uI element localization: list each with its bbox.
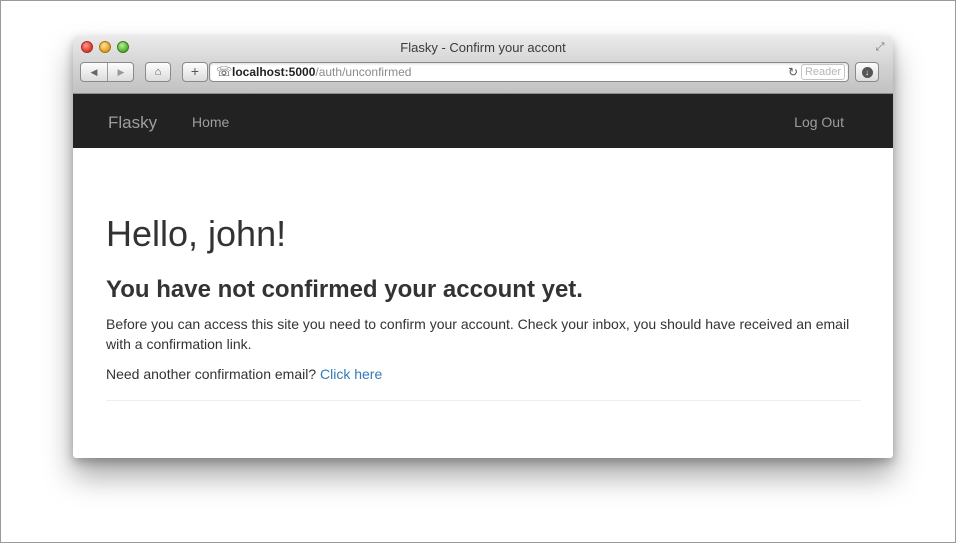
reader-button[interactable]: Reader xyxy=(801,64,845,80)
browser-toolbar: Flasky - Confirm your accont ⤢ ◀ ▶ ⌂ + ☏… xyxy=(73,36,893,94)
forward-arrow-icon[interactable]: ▶ xyxy=(108,63,134,81)
browser-window: Flasky - Confirm your accont ⤢ ◀ ▶ ⌂ + ☏… xyxy=(73,36,893,458)
nav-logout-link[interactable]: Log Out xyxy=(794,114,844,130)
url-path: /auth/unconfirmed xyxy=(315,65,412,79)
window-title: Flasky - Confirm your accont xyxy=(400,40,566,55)
fullscreen-icon[interactable]: ⤢ xyxy=(873,40,887,54)
address-bar[interactable]: ☏ localhost:5000/auth/unconfirmed ↻ Read… xyxy=(209,62,849,82)
greeting-heading: Hello, john! xyxy=(106,213,287,254)
downloads-button[interactable]: ↓ xyxy=(855,62,879,82)
divider xyxy=(106,400,861,401)
confirmation-message: Before you can access this site you need… xyxy=(106,316,850,352)
resend-prompt: Need another confirmation email? xyxy=(106,366,321,382)
resend-confirmation-link[interactable]: Click here xyxy=(320,366,382,382)
download-icon: ↓ xyxy=(861,67,873,78)
url-host: localhost:5000 xyxy=(232,65,316,79)
home-icon: ⌂ xyxy=(154,66,162,78)
resend-paragraph: Need another confirmation email? Click h… xyxy=(106,364,861,384)
home-button[interactable]: ⌂ xyxy=(145,62,171,82)
navbar-brand[interactable]: Flasky xyxy=(108,113,157,133)
add-bookmark-button[interactable]: + xyxy=(182,62,208,82)
back-arrow-icon[interactable]: ◀ xyxy=(81,63,108,81)
unconfirmed-heading: You have not confirmed your account yet. xyxy=(106,276,583,303)
site-navbar: Flasky Home Log Out xyxy=(73,94,893,148)
page-content: Hello, john! You have not confirmed your… xyxy=(106,148,861,409)
nav-home-link[interactable]: Home xyxy=(192,114,229,130)
url-text[interactable]: localhost:5000/auth/unconfirmed xyxy=(232,65,411,79)
back-forward-group: ◀ ▶ xyxy=(80,62,134,82)
plus-icon: + xyxy=(190,63,200,79)
site-icon: ☏ xyxy=(216,64,233,79)
reload-icon[interactable]: ↻ xyxy=(788,65,798,79)
